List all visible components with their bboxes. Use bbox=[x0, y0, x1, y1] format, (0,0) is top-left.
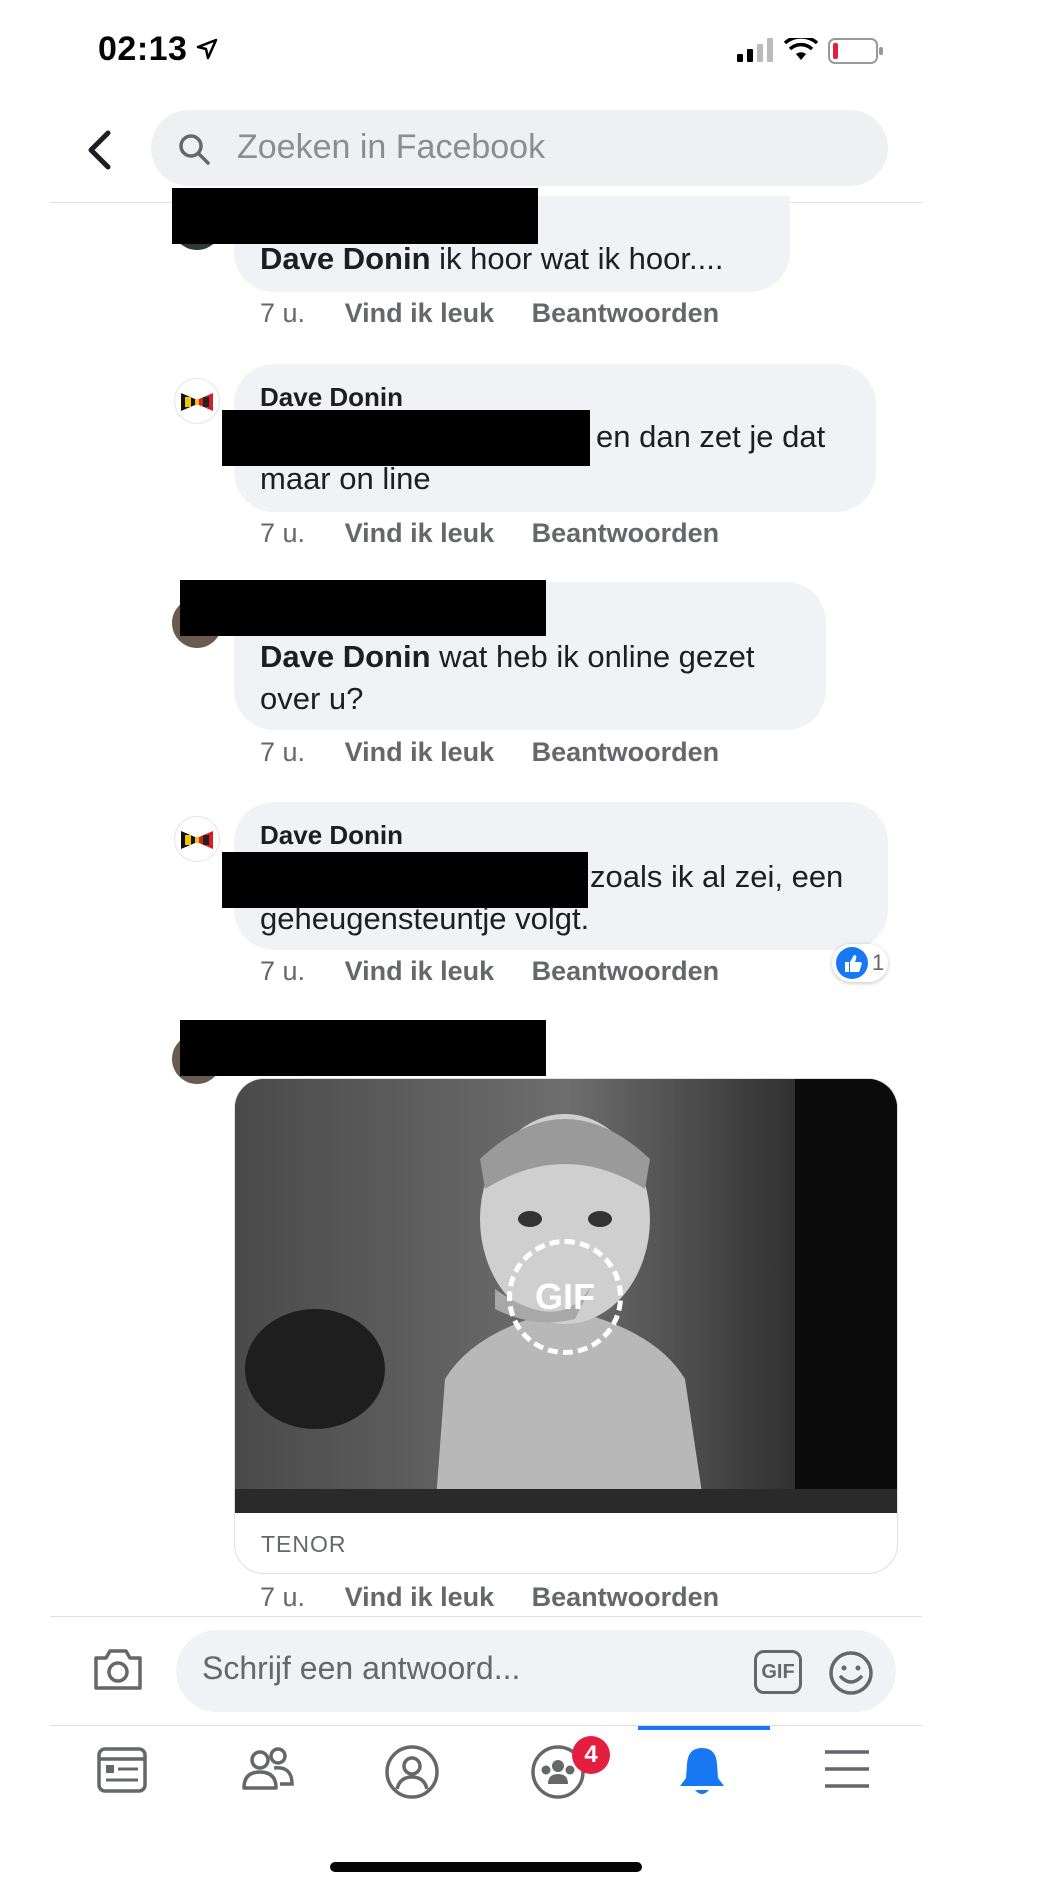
like-link[interactable]: Vind ik leuk bbox=[345, 298, 495, 328]
search-icon bbox=[179, 134, 210, 165]
avatar[interactable] bbox=[174, 378, 220, 424]
reply-link[interactable]: Beantwoorden bbox=[532, 737, 720, 767]
comment-actions: 7 u. Vind ik leuk Beantwoorden bbox=[260, 737, 719, 768]
friends-icon[interactable] bbox=[240, 1744, 296, 1796]
reply-link[interactable]: Beantwoorden bbox=[532, 1582, 720, 1612]
comment-time: 7 u. bbox=[260, 518, 306, 548]
avatar[interactable] bbox=[174, 816, 220, 862]
search-bar[interactable]: Zoeken in Facebook bbox=[151, 110, 888, 186]
gif-button[interactable]: GIF bbox=[754, 1650, 802, 1694]
like-reaction-icon bbox=[836, 947, 868, 979]
home-indicator bbox=[330, 1862, 642, 1872]
camera-icon[interactable] bbox=[92, 1646, 144, 1692]
like-link[interactable]: Vind ik leuk bbox=[345, 737, 495, 767]
comment-text: zoals ik al zei, een bbox=[590, 859, 844, 894]
status-time: 02:13 bbox=[98, 30, 188, 68]
battery-low-icon bbox=[828, 38, 883, 64]
tabbar-divider bbox=[50, 1725, 922, 1726]
gif-attachment[interactable]: GIF TENOR bbox=[234, 1078, 898, 1574]
groups-badge: 4 bbox=[572, 1736, 610, 1774]
back-chevron-icon[interactable] bbox=[86, 130, 112, 170]
comment-text: geheugensteuntje volgt. bbox=[260, 901, 590, 936]
location-arrow-icon bbox=[196, 38, 218, 60]
comment-text: Dave Donin ik hoor wat ik hoor.... bbox=[260, 241, 724, 276]
comment-time: 7 u. bbox=[260, 1582, 306, 1612]
reply-composer[interactable]: Schrijf een antwoord... GIF bbox=[176, 1630, 896, 1712]
wifi-icon bbox=[784, 38, 818, 60]
reply-input[interactable]: Schrijf een antwoord... bbox=[202, 1650, 520, 1687]
comment-time: 7 u. bbox=[260, 737, 306, 767]
like-link[interactable]: Vind ik leuk bbox=[345, 1582, 495, 1612]
composer-divider bbox=[50, 1616, 922, 1617]
search-input[interactable]: Zoeken in Facebook bbox=[237, 128, 545, 167]
profile-icon[interactable] bbox=[384, 1744, 440, 1800]
notifications-bell-icon[interactable] bbox=[676, 1744, 728, 1800]
comment-text: Dave Donin wat heb ik online gezet bbox=[260, 639, 755, 674]
comment-actions: 7 u. Vind ik leuk Beantwoorden bbox=[260, 518, 719, 549]
comment-author[interactable]: Dave Donin bbox=[260, 820, 403, 851]
menu-icon[interactable] bbox=[822, 1744, 872, 1794]
comment-actions: 7 u. Vind ik leuk Beantwoorden bbox=[260, 298, 719, 329]
flag-bowtie-icon bbox=[181, 393, 213, 411]
comment-time: 7 u. bbox=[260, 298, 306, 328]
reaction-count[interactable]: 1 bbox=[832, 944, 888, 982]
comment-text: maar on line bbox=[260, 461, 431, 496]
comment-time: 7 u. bbox=[260, 956, 306, 986]
cellular-signal-icon bbox=[737, 38, 773, 62]
like-link[interactable]: Vind ik leuk bbox=[345, 956, 495, 986]
reaction-number: 1 bbox=[872, 950, 885, 975]
comment-actions: 7 u. Vind ik leuk Beantwoorden bbox=[260, 956, 719, 987]
comment-author[interactable]: Dave Donin bbox=[260, 382, 403, 413]
comment-text: over u? bbox=[260, 681, 364, 716]
gif-source: TENOR bbox=[261, 1531, 347, 1557]
active-tab-indicator bbox=[638, 1726, 770, 1730]
reply-link[interactable]: Beantwoorden bbox=[532, 298, 720, 328]
gif-play-badge[interactable]: GIF bbox=[507, 1239, 623, 1355]
redacted-name bbox=[180, 1020, 546, 1076]
comment-actions: 7 u. Vind ik leuk Beantwoorden bbox=[260, 1582, 719, 1613]
reply-link[interactable]: Beantwoorden bbox=[532, 518, 720, 548]
redacted-name bbox=[172, 188, 538, 244]
reply-link[interactable]: Beantwoorden bbox=[532, 956, 720, 986]
like-link[interactable]: Vind ik leuk bbox=[345, 518, 495, 548]
news-feed-icon[interactable] bbox=[96, 1744, 148, 1796]
redacted-name bbox=[180, 580, 546, 636]
emoji-icon[interactable] bbox=[828, 1650, 874, 1696]
gif-image[interactable]: GIF bbox=[235, 1079, 897, 1513]
comment-text: en dan zet je dat bbox=[596, 419, 826, 454]
flag-bowtie-icon bbox=[181, 831, 213, 849]
